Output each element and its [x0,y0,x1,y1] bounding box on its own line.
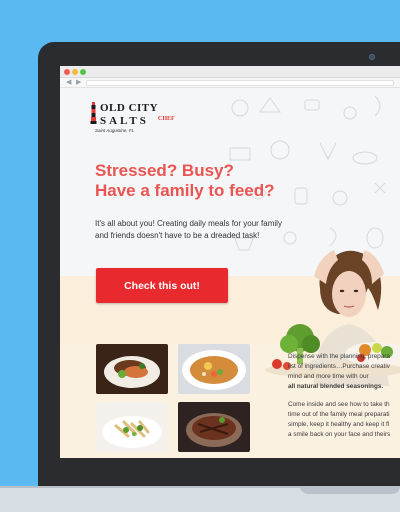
logo-text-line2: SALTS [100,115,149,127]
address-bar[interactable] [86,80,394,86]
hero-headline: Stressed? Busy? Have a family to feed? [95,161,315,201]
webcam-icon [369,54,375,60]
chevron-left-icon[interactable]: ◀ [66,78,71,88]
headline-line2: Have a family to feed? [95,181,275,200]
food-photo-salmon [96,344,168,394]
chevron-right-icon[interactable]: ▶ [76,78,81,88]
browser-toolbar: ◀ ▶ [60,78,400,88]
food-photo-steak [178,402,250,452]
brand-logo[interactable]: OLD CITY SALTS CHEF Saint Augustine, FL [90,98,200,140]
food-photo-soup [178,344,250,394]
side-p2-line3: simple, keep it healthy and keep it fl [288,421,390,428]
lighthouse-icon [90,102,97,124]
logo-chef-badge: CHEF [158,116,175,122]
close-window-button[interactable] [64,69,70,75]
laptop-notch [300,486,400,494]
side-p1-line1: Dispense with the planning, prepara [288,353,390,360]
landing-page: OLD CITY SALTS CHEF Saint Augustine, FL … [60,88,400,458]
check-this-out-button[interactable]: Check this out! [96,268,228,303]
subtext-line2: and friends doesn't have to be a dreaded… [95,231,260,240]
side-description: Dispense with the planning, prepara list… [288,352,400,440]
hero-subtext: It's all about you! Creating daily meals… [95,218,325,242]
logo-text-line1: OLD CITY [100,102,159,114]
side-p1-line2: list of ingredients…Purchase creativ [288,363,390,370]
side-gap [288,392,400,400]
minimize-window-button[interactable] [72,69,78,75]
food-photo-pasta [96,402,168,452]
maximize-window-button[interactable] [80,69,86,75]
side-p2-line4: a smile back on your face and theirs [288,431,391,438]
subtext-line1: It's all about you! Creating daily meals… [95,219,282,228]
side-p1-bold: all natural blended seasonings. [288,383,384,390]
side-p2-line1: Come inside and see how to take th [288,401,390,408]
browser-window: ◀ ▶ OLD CITY SALTS CHEF Saint Augustine,… [60,66,400,458]
side-p1-line3: mind and more time with our [288,373,369,380]
browser-title-bar [60,66,400,78]
logo-tagline: Saint Augustine, FL [95,128,135,133]
headline-line1: Stressed? Busy? [95,161,234,180]
side-p2-line2: time out of the family meal preparati [288,411,390,418]
